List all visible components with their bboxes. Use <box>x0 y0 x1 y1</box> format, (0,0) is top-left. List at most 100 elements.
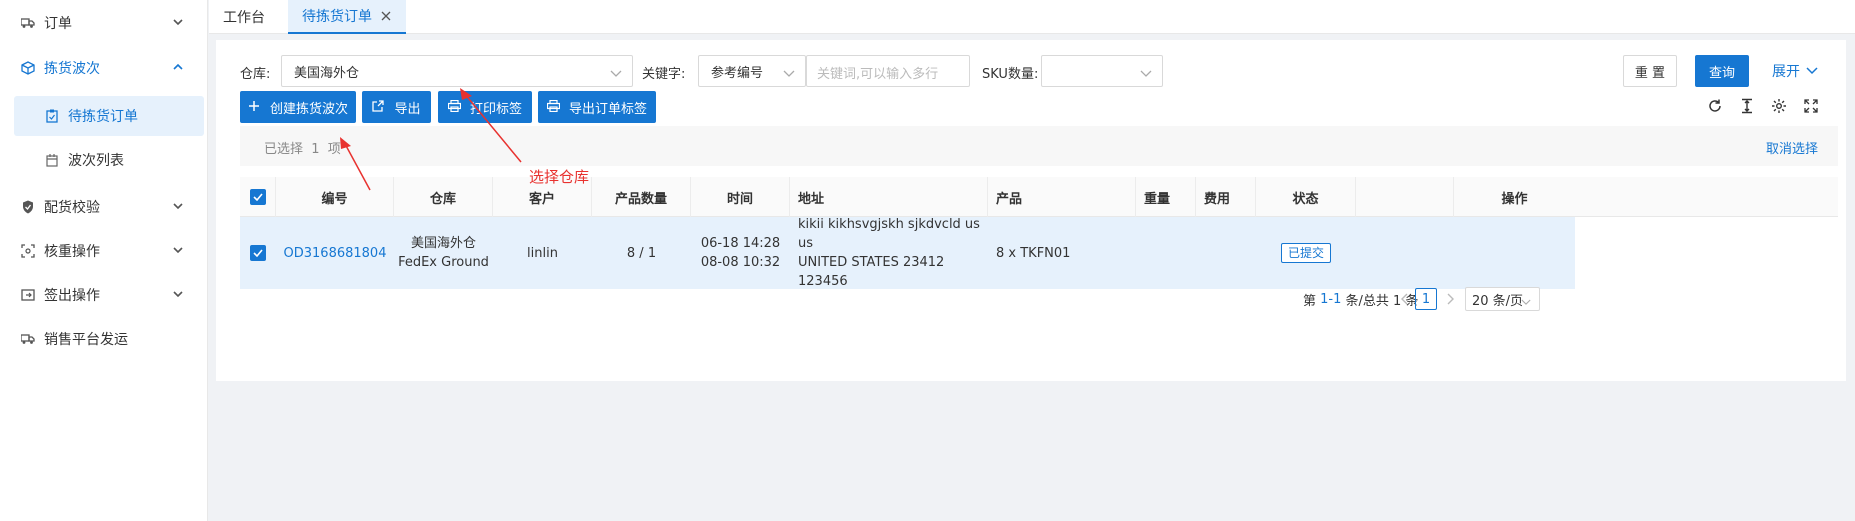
sidebar: 订单 拣货波次 待拣货订单 波次列表 配货校验 核重操作 签出操作 销售平台发运 <box>0 0 208 521</box>
summary-prefix: 第 <box>1303 294 1321 309</box>
warehouse-label: 仓库: <box>240 67 271 82</box>
tab-pending-pick-orders[interactable]: 待拣货订单 <box>288 0 406 34</box>
chevron-down-icon <box>172 16 186 30</box>
th-status: 状态 <box>1256 177 1356 217</box>
export-button[interactable]: 导出 <box>362 91 431 123</box>
sidebar-item-label: 订单 <box>44 16 72 32</box>
summary-range: 1-1 <box>1320 292 1342 307</box>
keyword-placeholder: 关键词,可以输入多行 <box>817 67 939 82</box>
expand-link[interactable]: 展开 <box>1772 61 1818 81</box>
address-line: UNITED STATES 23412 <box>798 255 945 270</box>
annotation-text: 选择仓库 <box>529 168 590 186</box>
gear-icon[interactable] <box>1771 98 1787 114</box>
sidebar-item-weight-check[interactable]: 核重操作 <box>0 229 208 273</box>
th-id: 编号 <box>276 177 394 217</box>
order-id-link[interactable]: OD3168681804 <box>284 244 387 263</box>
sidebar-item-label: 配货校验 <box>44 200 100 216</box>
th-blank <box>1356 177 1454 217</box>
customer-cell: linlin <box>527 245 558 261</box>
chevron-left-icon[interactable] <box>1401 293 1409 309</box>
chevron-down-icon <box>610 67 622 77</box>
plus-icon <box>248 100 262 114</box>
chevron-down-icon <box>1521 295 1533 305</box>
th-product: 产品 <box>988 177 1136 217</box>
fullscreen-icon[interactable] <box>1803 98 1819 114</box>
keyword-type-select[interactable]: 参考编号 <box>698 55 806 87</box>
chevron-right-icon[interactable] <box>1446 293 1454 309</box>
carrier-name: FedEx Ground <box>398 255 489 270</box>
product-cell: 8 x TKFN01 <box>996 245 1071 261</box>
th-fee: 费用 <box>1196 177 1256 217</box>
exit-icon <box>20 287 36 303</box>
main-panel: 仓库: 美国海外仓 关键字: 参考编号 关键词,可以输入多行 SKU数量: 重 … <box>216 40 1846 381</box>
checkbox-checked[interactable] <box>250 245 266 261</box>
tab-bar: 工作台 待拣货订单 <box>209 0 1855 34</box>
truck-icon <box>20 331 36 347</box>
keyword-type-value: 参考编号 <box>711 65 764 81</box>
sidebar-item-picking-wave[interactable]: 拣货波次 <box>0 46 208 90</box>
button-label: 导出 <box>394 101 421 117</box>
sidebar-subitem-label: 待拣货订单 <box>68 109 138 125</box>
sidebar-item-distribution-check[interactable]: 配货校验 <box>0 185 208 229</box>
sidebar-item-checkout[interactable]: 签出操作 <box>0 273 208 317</box>
th-address: 地址 <box>790 177 988 217</box>
sidebar-item-sales-platform-shipping[interactable]: 销售平台发运 <box>0 317 208 361</box>
keyword-input[interactable]: 关键词,可以输入多行 <box>806 55 970 87</box>
th-actions: 操作 <box>1501 191 1528 207</box>
chevron-down-icon <box>172 288 186 302</box>
sidebar-item-label: 销售平台发运 <box>44 332 128 348</box>
header-select-all[interactable] <box>240 177 276 217</box>
sidebar-subitem-wave-list[interactable]: 波次列表 <box>14 140 204 180</box>
box-icon <box>20 60 36 76</box>
cancel-selection-link[interactable]: 取消选择 <box>1766 138 1818 157</box>
sidebar-item-orders[interactable]: 订单 <box>0 1 208 45</box>
tab-label: 待拣货订单 <box>302 9 372 25</box>
sidebar-item-label: 拣货波次 <box>44 61 100 77</box>
row-select[interactable] <box>240 217 276 289</box>
clipboard-icon <box>46 109 60 123</box>
warehouse-cell: 美国海外仓 FedEx Ground <box>394 217 493 289</box>
refresh-icon[interactable] <box>1707 98 1723 114</box>
sidebar-item-label: 核重操作 <box>44 244 100 260</box>
warehouse-select[interactable]: 美国海外仓 <box>281 55 633 87</box>
close-icon[interactable] <box>380 10 392 22</box>
shield-icon <box>20 199 36 215</box>
table-row[interactable]: OD3168681804 美国海外仓 FedEx Ground linlin 8… <box>240 217 1575 289</box>
status-badge: 已提交 <box>1280 243 1331 263</box>
column-height-icon[interactable] <box>1739 98 1755 114</box>
selection-count: 已选择 1 项 <box>264 142 341 157</box>
sidebar-subitem-label: 波次列表 <box>68 153 124 169</box>
sidebar-subitem-pending-pick-orders[interactable]: 待拣货订单 <box>14 96 204 136</box>
checkbox-checked[interactable] <box>249 189 266 205</box>
button-label: 打印标签 <box>469 101 522 117</box>
chevron-down-icon <box>172 200 186 214</box>
tab-workbench[interactable]: 工作台 <box>209 0 279 34</box>
selection-bar: 已选择 1 项 取消选择 <box>240 126 1838 166</box>
tab-label: 工作台 <box>223 10 265 26</box>
sidebar-item-label: 签出操作 <box>44 288 100 304</box>
printer-icon <box>546 100 561 114</box>
page-size-select[interactable]: 20 条/页 <box>1465 287 1540 311</box>
address-line: 123456 <box>798 274 848 289</box>
button-label: 导出订单标签 <box>568 101 647 117</box>
truck-icon <box>20 15 36 31</box>
sku-qty-select[interactable] <box>1041 55 1163 87</box>
chevron-up-icon <box>172 61 186 75</box>
address-line: kikii kikhsvgjskh sjkdvcld us us <box>798 217 980 251</box>
chevron-down-icon <box>172 244 186 258</box>
create-wave-button[interactable]: 创建拣货波次 <box>240 91 356 123</box>
th-weight: 重量 <box>1136 177 1196 217</box>
warehouse-name: 美国海外仓 <box>410 236 476 251</box>
query-button[interactable]: 查询 <box>1695 55 1749 87</box>
address-cell: kikii kikhsvgjskh sjkdvcld us us UNITED … <box>790 217 988 289</box>
chevron-down-icon <box>783 67 795 77</box>
th-qty: 产品数量 <box>592 177 691 217</box>
table-header: 编号 仓库 客户 产品数量 时间 地址 产品 重量 费用 状态 操作 <box>240 177 1838 217</box>
reset-button[interactable]: 重 置 <box>1623 55 1677 87</box>
page-1-button[interactable]: 1 <box>1415 288 1437 310</box>
print-label-button[interactable]: 打印标签 <box>438 91 532 123</box>
printer-icon <box>447 100 462 114</box>
export-order-label-button[interactable]: 导出订单标签 <box>538 91 656 123</box>
warehouse-select-value: 美国海外仓 <box>294 65 360 81</box>
qty-cell: 8 / 1 <box>626 245 657 261</box>
